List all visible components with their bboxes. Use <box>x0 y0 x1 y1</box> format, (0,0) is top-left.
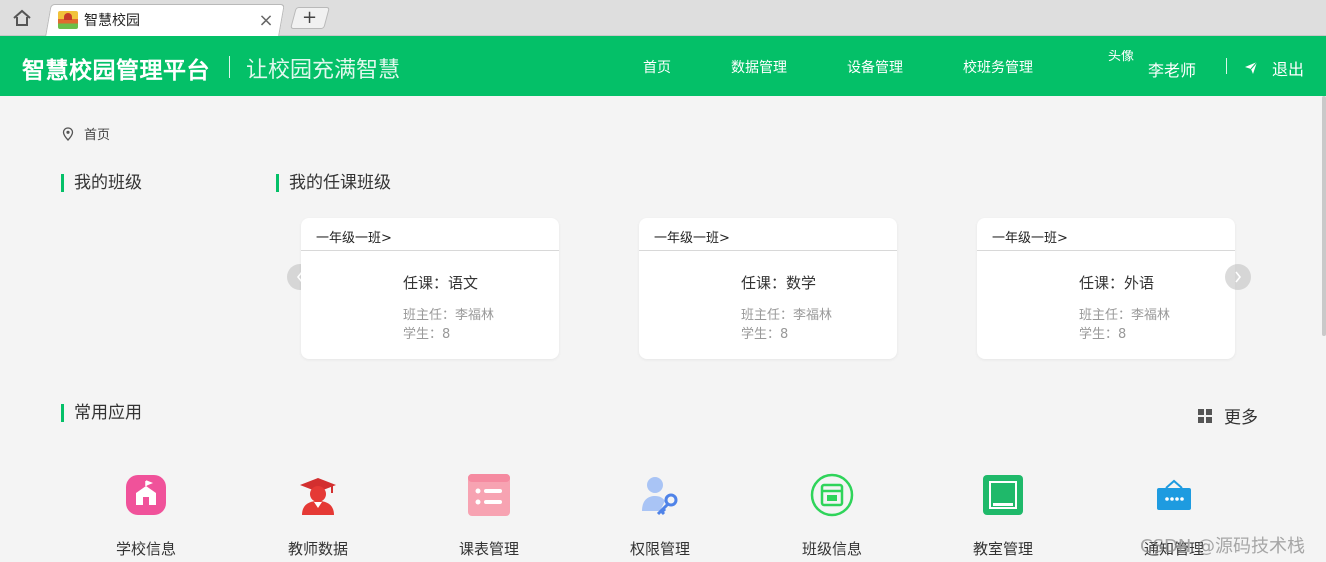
logout-button[interactable]: 退出 <box>1244 56 1304 80</box>
app-permission-management[interactable]: 权限管理 <box>590 472 730 562</box>
class-card-name[interactable]: 一年级一班> <box>977 218 1235 251</box>
section-title-common-apps: 常用应用 <box>61 404 142 422</box>
class-card[interactable]: 一年级一班> 任课：数学 班主任：李福林 学生：8 <box>639 218 897 359</box>
brand-title[interactable]: 智慧校园管理平台 <box>22 51 210 85</box>
teacher-icon <box>300 478 336 515</box>
class-card[interactable]: 一年级一班> 任课：外语 班主任：李福林 学生：8 <box>977 218 1235 359</box>
carousel-next-button[interactable] <box>1225 264 1251 290</box>
app-label: 课表管理 <box>458 540 519 558</box>
app-notice-management[interactable]: 通知管理 <box>1104 472 1244 562</box>
section-title-teaching-classes: 我的任课班级 <box>276 174 391 192</box>
app-teacher-data[interactable]: 教师数据 <box>248 472 388 562</box>
site-favicon-icon <box>58 11 78 29</box>
grid-icon <box>1198 408 1212 423</box>
more-apps-button[interactable]: 更多 <box>1198 403 1258 428</box>
breadcrumb: 首页 <box>62 124 110 143</box>
page-scrollbar[interactable] <box>1322 96 1326 336</box>
school-icon <box>126 475 166 515</box>
classroom-icon <box>983 475 1023 515</box>
nav-home[interactable]: 首页 <box>643 57 671 77</box>
app-schedule-management[interactable]: 课表管理 <box>419 472 559 562</box>
app-label: 教室管理 <box>972 540 1033 558</box>
avatar[interactable]: 头像 <box>1108 50 1138 82</box>
class-card-subject: 任课：语文 <box>403 274 479 292</box>
location-pin-icon <box>62 126 74 141</box>
nav-data-management[interactable]: 数据管理 <box>731 57 787 77</box>
class-card-head-teacher: 班主任：李福林 <box>1079 308 1171 323</box>
permission-icon <box>642 477 678 516</box>
class-card-head-teacher: 班主任：李福林 <box>403 308 495 323</box>
class-card-subject: 任课：外语 <box>1079 274 1155 292</box>
app-label: 班级信息 <box>801 540 862 558</box>
app-classroom-management[interactable]: 教室管理 <box>933 472 1073 562</box>
brand-slogan: 让校园充满智慧 <box>246 58 401 83</box>
nav-device-management[interactable]: 设备管理 <box>847 57 903 77</box>
browser-home-button[interactable] <box>8 5 36 31</box>
schedule-icon <box>468 474 510 516</box>
logout-label: 退出 <box>1272 60 1305 79</box>
app-label: 学校信息 <box>115 540 176 558</box>
home-icon <box>13 9 31 26</box>
class-card-head-teacher: 班主任：李福林 <box>741 308 833 323</box>
chevron-right-icon <box>1235 271 1242 283</box>
class-card-students: 学生：8 <box>741 327 789 342</box>
app-label: 教师数据 <box>287 540 348 558</box>
more-label: 更多 <box>1224 408 1258 428</box>
browser-chrome: 智慧校园 × + <box>0 0 1326 36</box>
class-card-name[interactable]: 一年级一班> <box>301 218 559 251</box>
nav-school-affairs[interactable]: 校班务管理 <box>963 57 1033 77</box>
class-card[interactable]: 一年级一班> 任课：语文 班主任：李福林 学生：8 <box>301 218 559 359</box>
breadcrumb-home[interactable]: 首页 <box>84 124 110 143</box>
app-label: 通知管理 <box>1143 540 1204 558</box>
app-header: 智慧校园管理平台 让校园充满智慧 首页 数据管理 设备管理 校班务管理 头像 李… <box>0 36 1326 96</box>
header-divider <box>1226 58 1227 74</box>
class-card-name[interactable]: 一年级一班> <box>639 218 897 251</box>
app-school-info[interactable]: 学校信息 <box>76 472 216 562</box>
section-title-my-class: 我的班级 <box>61 174 142 192</box>
brand-divider <box>229 56 230 78</box>
tab-close-icon[interactable]: × <box>256 10 276 31</box>
browser-tab-content: 智慧校园 × <box>58 6 276 34</box>
class-info-icon <box>810 473 854 517</box>
notice-icon <box>1157 479 1191 510</box>
app-label: 权限管理 <box>629 540 690 558</box>
class-card-students: 学生：8 <box>1079 327 1127 342</box>
class-card-students: 学生：8 <box>403 327 451 342</box>
send-icon <box>1245 61 1258 74</box>
new-tab-button[interactable]: + <box>290 7 330 29</box>
class-card-subject: 任课：数学 <box>741 274 817 292</box>
username[interactable]: 李老师 <box>1148 57 1196 81</box>
app-class-info[interactable]: 班级信息 <box>762 472 902 562</box>
tab-title: 智慧校园 <box>84 13 140 29</box>
plus-icon: + <box>302 7 318 28</box>
